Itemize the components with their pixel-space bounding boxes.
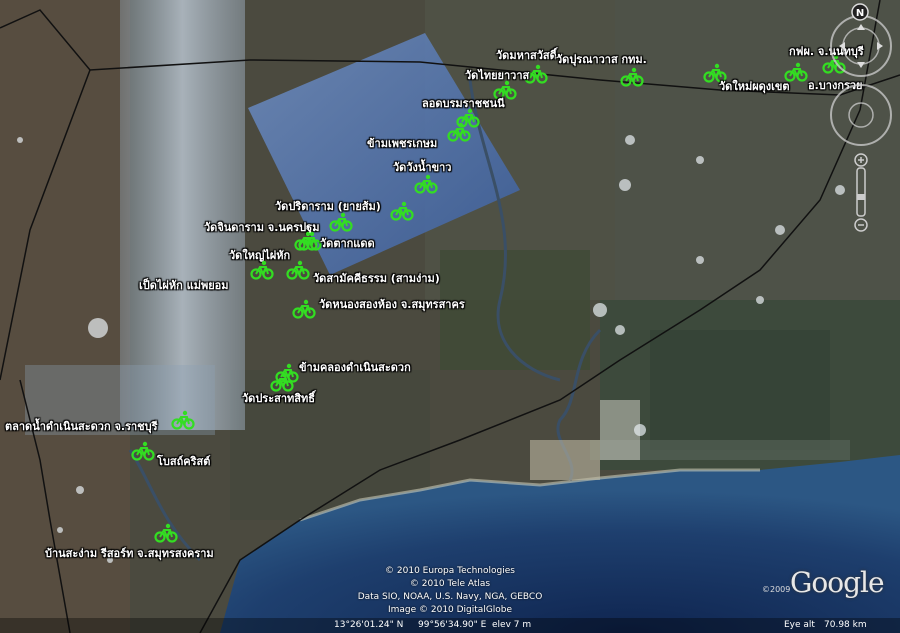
bicycle-icon[interactable] [154,523,178,543]
zoom-slider[interactable] [854,153,868,232]
placemark-label[interactable]: วัดสามัคคีธรรม (สามง่าม) [313,269,440,287]
bicycle-icon[interactable] [298,231,322,251]
placemark-label[interactable]: วัดหนองสองห้อง จ.สมุทรสาคร [319,295,465,313]
elevation-readout: elev 7 m [492,620,532,630]
placemark-label[interactable]: บ้านสะง่าม รีสอร์ท จ.สมุทรสงคราม [45,544,214,562]
bicycle-icon[interactable] [620,67,644,87]
placemark-label[interactable]: เป็ดไผ่หัก แม่พยอม [139,276,229,294]
north-indicator[interactable]: N [851,3,869,21]
placemark-label[interactable]: วัดปุรณาวาส กทม. [556,50,647,68]
placemark-label[interactable]: วัดใหม่ผดุงเขต [719,77,790,95]
bicycle-icon[interactable] [286,260,310,280]
bicycle-icon[interactable] [250,260,274,280]
map-viewport[interactable]: วัดมหาสวัสดิ์วัดไทยยาวาส วัดปุรณาวาส กทม.… [0,0,900,633]
latitude-readout: 13°26'01.24" N [334,620,404,630]
credit-line: © 2010 Tele Atlas [409,579,491,589]
bicycle-icon[interactable] [131,441,155,461]
north-label: N [856,8,864,19]
longitude-readout: 99°56'34.90" E [418,620,487,630]
eye-alt-value: 70.98 km [824,620,867,630]
imagery-credits: © 2010 Europa Technologies © 2010 Tele At… [330,565,570,617]
placemark-label[interactable]: โบสถ์คริสต์ [157,452,210,470]
move-compass[interactable] [830,84,892,146]
bicycle-icon[interactable] [292,299,316,319]
bicycle-icon[interactable] [414,174,438,194]
bicycle-icon[interactable] [329,212,353,232]
look-compass[interactable] [830,15,892,77]
placemark-label[interactable]: ตลาดน้ำดำเนินสะดวก จ.ราชบุรี [5,417,158,435]
credit-line: Data SIO, NOAA, U.S. Navy, NGA, GEBCO [357,592,543,602]
google-logo: Google [790,566,885,599]
placemark-label[interactable]: ข้ามคลองดำเนินสะดวก [299,358,411,376]
placemark-label[interactable]: ข้ามเพชรเกษม [367,134,437,152]
credit-line: Image © 2010 DigitalGlobe [387,605,513,615]
bicycle-icon[interactable] [390,201,414,221]
placemark-label[interactable]: ลอดบรมราชชนนี [422,94,505,112]
placemark-label[interactable]: วัดวังน้ำขาว [393,158,451,176]
placemark-label[interactable]: วัดไทยยาวาส [465,66,529,84]
credit-line: © 2010 Europa Technologies [385,566,515,576]
navigation-controls[interactable]: N [830,0,900,240]
status-bar: 13°26'01.24" N 99°56'34.90" E elev 7 m E… [0,618,900,633]
placemark-label[interactable]: วัดมหาสวัสดิ์ [496,46,557,64]
eye-alt-label: Eye alt [784,620,815,630]
bicycle-icon[interactable] [447,122,471,142]
placemark-label[interactable]: วัดปริดาราม (ยายส้ม) [275,197,381,215]
bicycle-icon[interactable] [784,62,808,82]
google-copyright-year: ©2009 [762,585,791,594]
bicycle-icon[interactable] [171,410,195,430]
placemark-label[interactable]: วัดประสาทสิทธิ์ [242,389,315,407]
placemark-label[interactable]: วัดตากแดด [320,234,375,252]
